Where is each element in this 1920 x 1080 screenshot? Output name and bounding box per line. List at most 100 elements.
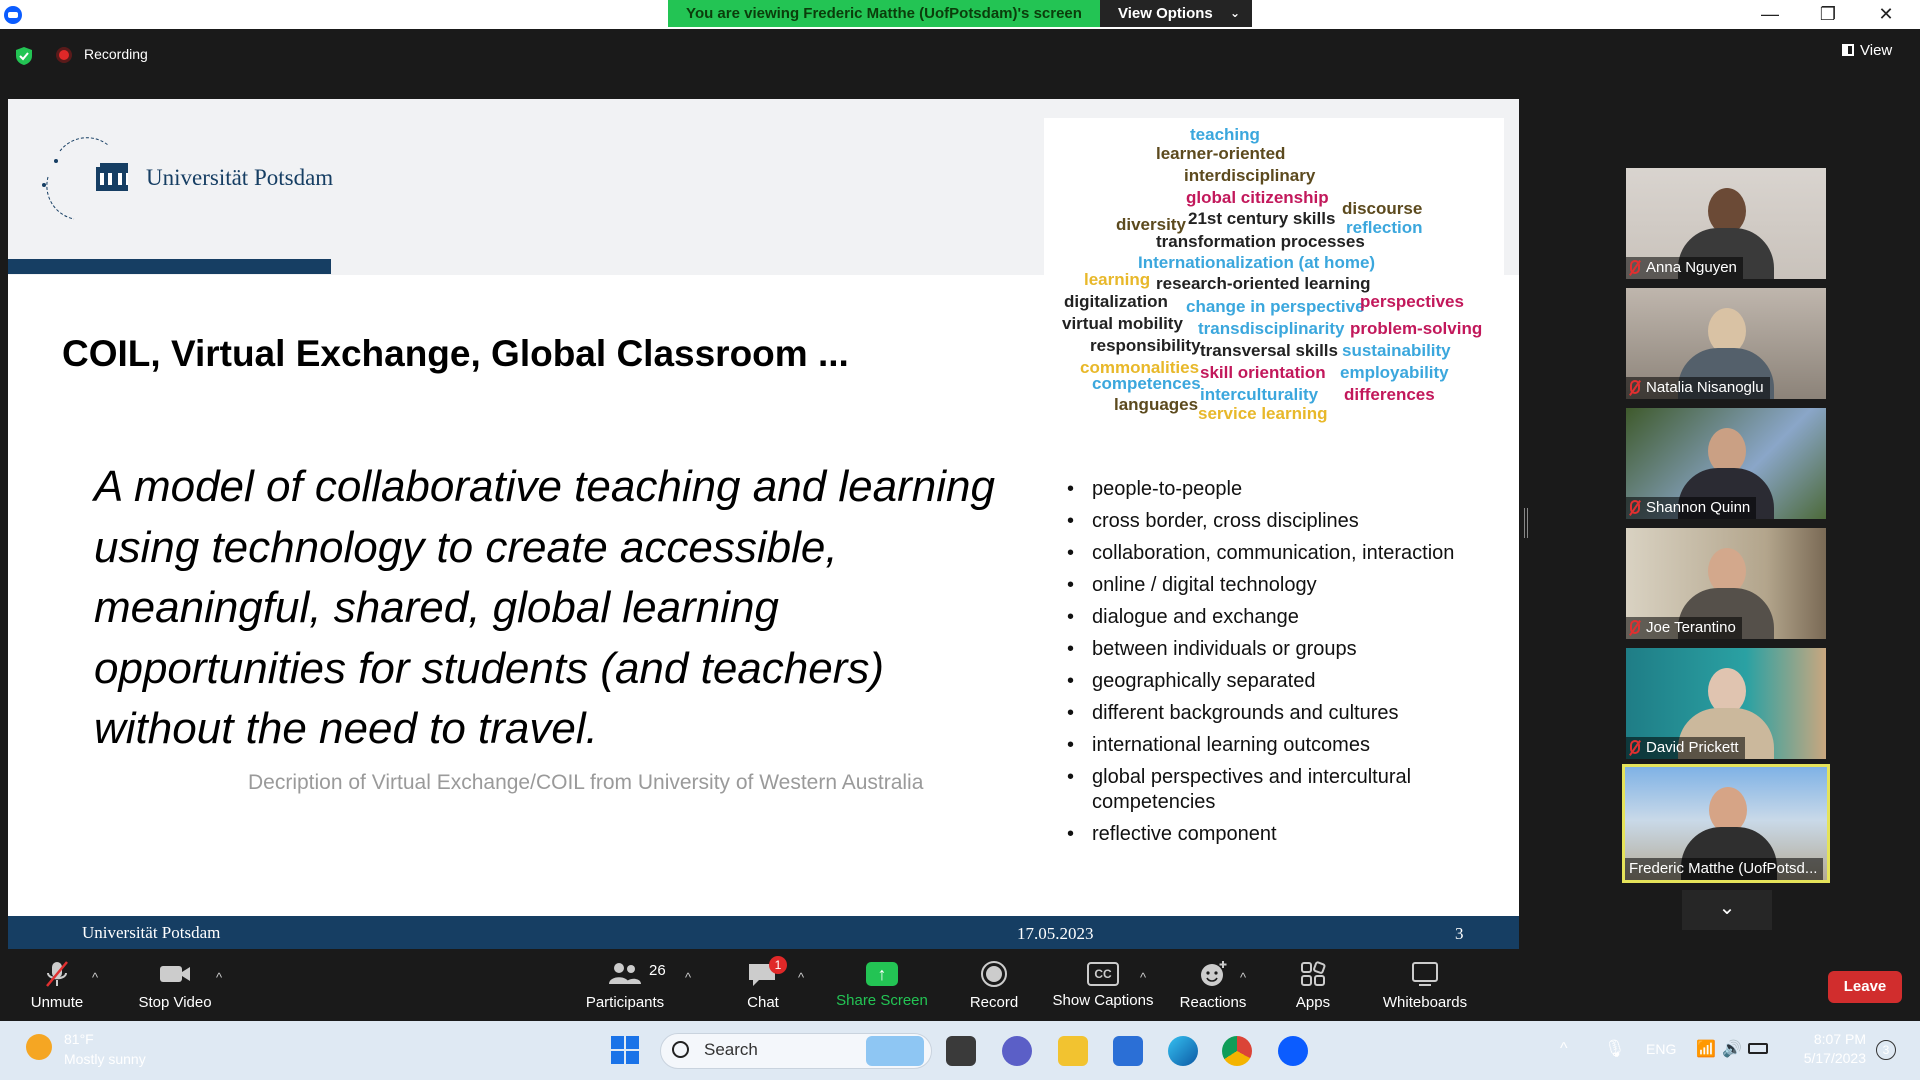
participant-name-label: Joe Terantino — [1626, 617, 1742, 639]
word-cloud-term: learner-oriented — [1156, 144, 1286, 163]
battery-icon[interactable] — [1748, 1043, 1768, 1054]
participant-tile[interactable]: Anna Nguyen — [1626, 168, 1826, 279]
share-screen-label: Share Screen — [836, 992, 928, 1009]
show-captions-button[interactable]: CC Show Captions — [1052, 960, 1154, 1009]
shared-slide: Universität Potsdam teaching learner-ori… — [8, 99, 1519, 949]
participant-name: Shannon Quinn — [1646, 499, 1751, 516]
participants-count: 26 — [649, 962, 666, 979]
word-cloud-term: teaching — [1190, 125, 1260, 144]
panel-resize-handle[interactable] — [1524, 508, 1528, 538]
word-cloud-term: perspectives — [1360, 292, 1464, 311]
minimize-button[interactable]: — — [1748, 2, 1792, 26]
volume-icon[interactable]: 🔊 — [1722, 1039, 1742, 1059]
tray-overflow-chevron-icon[interactable]: ^ — [1560, 1040, 1568, 1058]
chrome-browser-icon[interactable] — [1222, 1036, 1252, 1066]
weather-sun-icon[interactable] — [26, 1034, 52, 1060]
recording-dot-icon — [56, 47, 72, 63]
word-cloud-term: virtual mobility — [1062, 314, 1183, 333]
input-language[interactable]: ENG — [1646, 1041, 1676, 1057]
unmute-button[interactable]: Unmute — [24, 960, 90, 1011]
participants-options-caret[interactable]: ^ — [685, 970, 691, 985]
close-button[interactable]: ✕ — [1864, 2, 1908, 26]
reactions-options-caret[interactable]: ^ — [1240, 970, 1246, 985]
participant-name-label: David Prickett — [1626, 737, 1745, 759]
video-camera-icon — [160, 966, 190, 982]
smiley-plus-icon — [1201, 961, 1227, 986]
participant-name-label: Natalia Nisanoglu — [1626, 377, 1770, 399]
record-icon — [981, 961, 1007, 987]
whiteboard-icon — [1412, 962, 1438, 986]
shield-icon[interactable] — [14, 46, 34, 66]
participant-name-label: Shannon Quinn — [1626, 497, 1757, 519]
word-cloud-term: transversal skills — [1200, 341, 1338, 360]
video-options-caret[interactable]: ^ — [216, 970, 222, 985]
word-cloud-term: skill orientation — [1200, 363, 1326, 382]
chat-options-caret[interactable]: ^ — [798, 970, 804, 985]
chat-button[interactable]: 1 Chat — [740, 956, 787, 1011]
audio-options-caret[interactable]: ^ — [92, 970, 98, 985]
participants-label: Participants — [585, 994, 665, 1011]
microsoft-store-icon[interactable] — [1113, 1036, 1143, 1066]
word-cloud-term: global citizenship — [1186, 188, 1329, 207]
notification-count-badge[interactable]: 3 — [1876, 1040, 1896, 1060]
list-item: cross border, cross disciplines — [1058, 509, 1498, 534]
task-view-icon[interactable] — [946, 1036, 976, 1066]
word-cloud-term: digitalization — [1064, 292, 1168, 311]
apps-button[interactable]: Apps — [1292, 960, 1334, 1011]
bullet-list: people-to-people cross border, cross dis… — [1058, 477, 1498, 854]
show-captions-label: Show Captions — [1052, 992, 1154, 1009]
reactions-button[interactable]: Reactions — [1176, 960, 1250, 1011]
search-highlight-image — [866, 1036, 924, 1066]
participant-tile[interactable]: Shannon Quinn — [1626, 408, 1826, 519]
microphone-in-use-icon[interactable]: 🎙 — [1604, 1039, 1626, 1059]
word-cloud: teaching learner-oriented interdisciplin… — [1044, 118, 1504, 435]
leave-meeting-button[interactable]: Leave — [1828, 971, 1902, 1003]
clock-time: 8:07 PM — [1813, 1031, 1866, 1047]
word-cloud-term: problem-solving — [1350, 319, 1483, 338]
taskbar-search-label: Search — [704, 1040, 758, 1059]
word-cloud-term: transformation processes — [1156, 232, 1365, 251]
windows-start-icon[interactable] — [611, 1036, 639, 1064]
view-options-button[interactable]: View Options ⌄ — [1100, 0, 1252, 27]
zoom-app-icon — [4, 6, 22, 24]
chevron-down-icon: ⌄ — [1229, 6, 1240, 20]
share-screen-button[interactable]: Share Screen — [834, 960, 930, 1009]
zoom-taskbar-icon[interactable] — [1278, 1036, 1308, 1066]
participant-name: Frederic Matthe (UofPotsd... — [1629, 860, 1818, 877]
whiteboards-button[interactable]: Whiteboards — [1380, 960, 1470, 1011]
meeting-toolbar — [0, 951, 1920, 1021]
edge-browser-icon[interactable] — [1168, 1036, 1198, 1066]
slide-footer: Universität Potsdam 17.05.2023 3 — [8, 916, 1519, 949]
reactions-label: Reactions — [1179, 994, 1247, 1011]
recording-label: Recording — [84, 46, 148, 62]
view-button[interactable]: View — [1842, 42, 1892, 59]
word-cloud-term: differences — [1344, 385, 1435, 404]
wifi-icon[interactable]: 📶 — [1696, 1039, 1716, 1059]
participant-tile[interactable]: David Prickett — [1626, 648, 1826, 759]
muted-mic-icon — [1630, 740, 1640, 754]
more-participants-button[interactable]: ⌄ — [1682, 890, 1772, 930]
participant-name-label: Frederic Matthe (UofPotsd... — [1625, 858, 1824, 880]
record-button[interactable]: Record — [966, 960, 1022, 1011]
taskbar-clock[interactable]: 8:07 PM 5/17/2023 — [1790, 1031, 1866, 1066]
word-cloud-term: learning — [1084, 270, 1151, 289]
restore-button[interactable]: ❐ — [1806, 2, 1850, 26]
list-item: dialogue and exchange — [1058, 605, 1498, 630]
apps-icon — [1301, 961, 1326, 986]
weather-temperature[interactable]: 81°F — [64, 1031, 94, 1047]
university-seal-logo — [42, 137, 128, 220]
participant-tile-active-speaker[interactable]: Frederic Matthe (UofPotsd... — [1622, 764, 1830, 883]
word-cloud-term: research-oriented learning — [1156, 274, 1371, 293]
participant-tile[interactable]: Joe Terantino — [1626, 528, 1826, 639]
list-item: different backgrounds and cultures — [1058, 701, 1498, 726]
word-cloud-term: diversity — [1116, 215, 1186, 234]
file-explorer-icon[interactable] — [1058, 1036, 1088, 1066]
participants-button[interactable]: 26 Participants — [582, 960, 668, 1011]
weather-condition[interactable]: Mostly sunny — [64, 1051, 146, 1067]
captions-options-caret[interactable]: ^ — [1140, 970, 1146, 985]
stop-video-button[interactable]: Stop Video — [134, 960, 216, 1011]
participant-tile[interactable]: Natalia Nisanoglu — [1626, 288, 1826, 399]
list-item: international learning outcomes — [1058, 733, 1498, 758]
view-grid-icon — [1842, 44, 1854, 56]
teams-chat-icon[interactable] — [1002, 1036, 1032, 1066]
